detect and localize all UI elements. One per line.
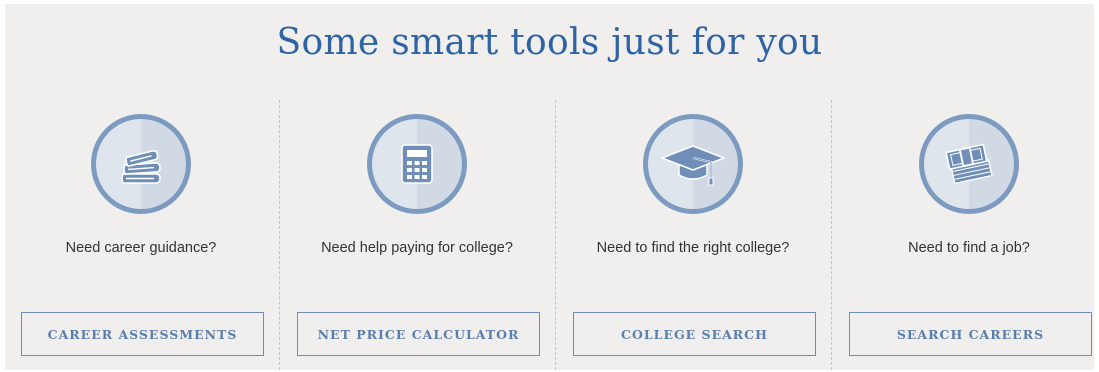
books-icon [91,114,191,214]
search-careers-button[interactable]: SEARCH CAREERS [849,312,1092,356]
college-search-button[interactable]: COLLEGE SEARCH [573,312,816,356]
smart-tools-section: Some smart tools just for you Need caree… [5,4,1094,370]
money-stack-icon [919,114,1019,214]
tool-career-guidance: Need career guidance? CAREER ASSESSMENTS [5,100,277,370]
section-title: Some smart tools just for you [276,22,823,63]
net-price-calculator-button[interactable]: NET PRICE CALCULATOR [297,312,540,356]
tool-prompt: Need to find the right college? [596,240,790,256]
calculator-icon [367,114,467,214]
column-divider [831,100,832,370]
column-divider [555,100,556,370]
tool-find-job: Need to find a job? SEARCH CAREERS [833,100,1099,370]
tool-prompt: Need help paying for college? [321,240,513,256]
graduation-cap-icon [643,114,743,214]
tool-prompt: Need to find a job? [908,240,1030,256]
career-assessments-button[interactable]: CAREER ASSESSMENTS [21,312,264,356]
tool-paying-for-college: Need help paying for college? NET PRICE … [281,100,553,370]
column-divider [279,100,280,370]
tools-row: Need career guidance? CAREER ASSESSMENTS… [5,100,1094,370]
tool-find-college: Need to find the right college? COLLEGE … [557,100,829,370]
tool-prompt: Need career guidance? [65,240,217,256]
